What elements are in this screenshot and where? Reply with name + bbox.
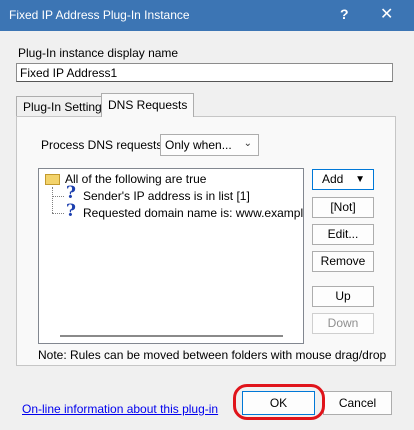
down-button[interactable]: Down — [312, 313, 374, 334]
rules-tree[interactable]: All of the following are true ? Sender's… — [38, 168, 304, 344]
tree-item[interactable]: Requested domain name is: www.example.co… — [83, 206, 303, 220]
question-icon: ? — [66, 201, 76, 221]
up-button[interactable]: Up — [312, 286, 374, 307]
display-name-input[interactable]: Fixed IP Address1 — [16, 63, 393, 82]
not-button[interactable]: [Not] — [312, 197, 374, 218]
process-dns-select[interactable]: Only when... ⌄ — [160, 134, 259, 156]
add-button-label: Add — [322, 172, 344, 186]
add-button[interactable]: Add ▼ — [312, 169, 374, 190]
window-title: Fixed IP Address Plug-In Instance — [9, 8, 190, 22]
horizontal-scrollbar[interactable] — [40, 330, 303, 342]
remove-button[interactable]: Remove — [312, 251, 374, 272]
tree-root[interactable]: All of the following are true — [65, 172, 206, 186]
ok-button[interactable]: OK — [242, 391, 315, 415]
tab-plugin-settings[interactable]: Plug-In Settings — [16, 96, 115, 117]
online-info-link[interactable]: On-line information about this plug-in — [22, 402, 218, 416]
chevron-down-icon: ⌄ — [243, 138, 252, 149]
tree-connector — [52, 196, 64, 197]
scrollbar-thumb[interactable] — [60, 335, 283, 337]
question-icon: ? — [66, 183, 76, 203]
tree-connector — [52, 213, 64, 214]
display-name-label: Plug-In instance display name — [18, 46, 179, 60]
dropdown-arrow-icon: ▼ — [355, 174, 365, 185]
drag-drop-note: Note: Rules can be moved between folders… — [38, 348, 387, 362]
tree-connector — [52, 187, 53, 213]
process-dns-selected: Only when... — [165, 138, 232, 152]
edit-button[interactable]: Edit... — [312, 224, 374, 245]
process-dns-label: Process DNS requests: — [41, 138, 166, 152]
tab-dns-requests[interactable]: DNS Requests — [101, 93, 195, 117]
help-button[interactable]: ? — [340, 6, 349, 22]
close-button[interactable]: ✕ — [380, 4, 393, 24]
cancel-button[interactable]: Cancel — [323, 391, 392, 415]
title-bar: Fixed IP Address Plug-In Instance ? ✕ — [0, 0, 414, 31]
folder-icon — [45, 174, 60, 185]
tree-item[interactable]: Sender's IP address is in list [1] — [83, 189, 250, 203]
